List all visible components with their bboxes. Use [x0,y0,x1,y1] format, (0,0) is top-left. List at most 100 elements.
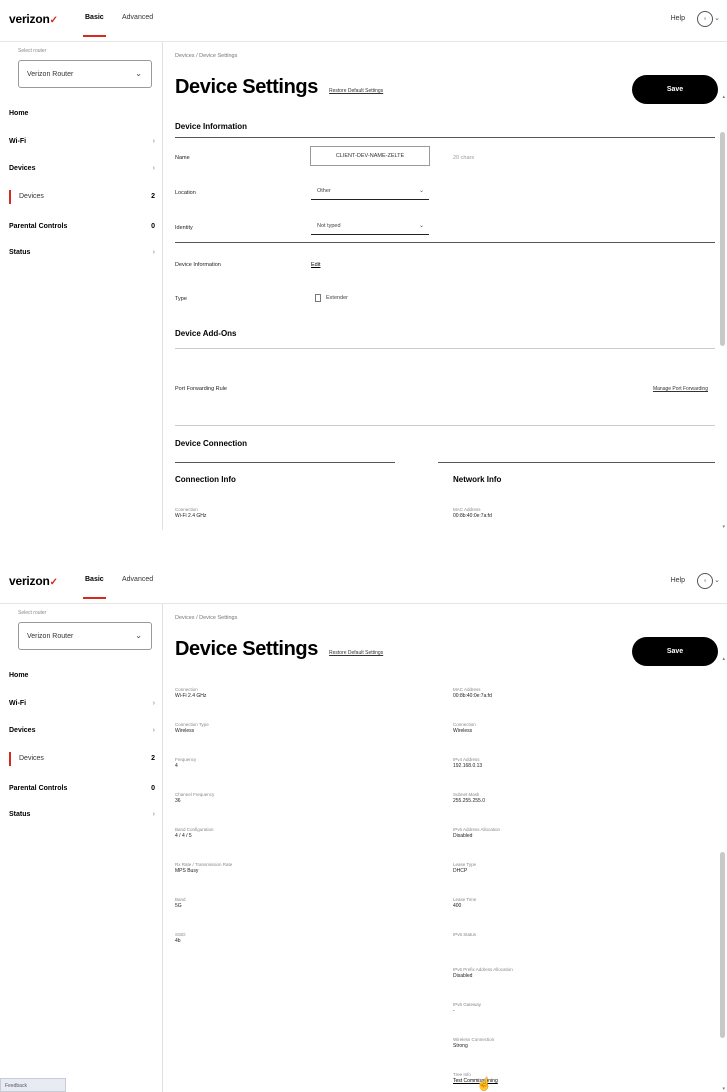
device-info-edit-link[interactable]: Edit [311,262,320,268]
hand-cursor-icon: ☝ [476,1076,493,1091]
name-char-hint: 20 chars [453,155,475,161]
logo-check-icon: ✓ [49,577,58,588]
device-count-badge: 2 [151,193,155,200]
network-info-heading: Network Info [453,475,502,484]
save-button[interactable]: Save [632,75,718,104]
device-information-heading: Device Information [175,122,248,131]
band-configuration-field: Band Configuration 4 / 4 / 5 [175,827,214,839]
restore-defaults-link[interactable]: Restore Default Settings [329,650,383,656]
extender-checkbox-label: Extender [326,295,349,301]
main-content: Devices / Device Settings Device Setting… [170,604,727,1092]
verizon-logo[interactable]: verizon✓ [9,12,58,26]
chevron-down-icon[interactable]: ⌄ [714,576,720,584]
connection-field: Connection Wi-Fi 2.4 GHz [175,507,207,519]
sidebar-item-devices-sub[interactable]: Devices 2 [9,752,155,766]
tab-advanced[interactable]: Advanced [122,14,153,21]
chevron-right-icon: › [152,249,155,256]
device-information-label: Device Information [175,262,221,268]
restore-defaults-link[interactable]: Restore Default Settings [329,88,383,94]
sidebar-item-devices-sub[interactable]: Devices 2 [9,190,155,204]
sidebar-item-wifi[interactable]: Wi-Fi › [9,700,155,707]
chevron-right-icon: › [152,700,155,707]
subnet-mask-field: Subnet Mask 255.255.255.0 [453,792,485,804]
feedback-button[interactable]: Feedback [0,1078,66,1092]
verizon-logo[interactable]: verizon✓ [9,574,58,588]
sidebar: Select router Verizon Router ⌄ Home Wi-Fi… [0,42,163,530]
sidebar-item-home[interactable]: Home [9,672,155,679]
scroll-down-icon[interactable]: ▾ [722,524,725,530]
sidebar-item-devices[interactable]: Devices › [9,165,155,172]
identity-label: Identity [175,225,193,231]
device-count-badge: 2 [151,755,155,762]
sidebar-item-parental-controls[interactable]: Parental Controls 0 [9,785,155,792]
scroll-up-icon[interactable]: ▴ [722,656,725,662]
sidebar-item-parental-controls[interactable]: Parental Controls 0 [9,223,155,230]
person-circle-icon[interactable]: ◦ [697,11,713,27]
breadcrumb[interactable]: Devices / Device Settings [175,53,237,59]
top-nav-bar: verizon✓ Basic Advanced Help ◦ ⌄ [0,0,727,42]
manage-port-forwarding-link[interactable]: Manage Port Forwarding [653,386,708,392]
router-select-label: Select router [18,610,47,616]
tab-advanced[interactable]: Advanced [122,576,153,583]
divider [175,348,715,349]
tab-basic[interactable]: Basic [83,14,106,37]
top-nav-bar: verizon✓ Basic Advanced Help ◦ ⌄ [0,562,727,604]
ipv4-address-field: IPv4 Address 192.168.0.13 [453,757,483,769]
rx-rate-field: Rx Rate / Transmission Rate MPS Busy [175,862,233,874]
connection-info-heading: Connection Info [175,475,236,484]
parental-count-badge: 0 [151,223,155,230]
sidebar: Select router Verizon Router ⌄ Home Wi-Fi… [0,604,163,1092]
help-link[interactable]: Help [671,15,685,22]
screenshot-panel-bottom: verizon✓ Basic Advanced Help ◦ ⌄ Select … [0,562,727,1092]
scroll-up-icon[interactable]: ▴ [722,94,725,100]
scrollbar[interactable]: ▴ ▾ [718,94,727,530]
page-title: Device Settings [175,76,318,98]
type-label: Type [175,296,187,302]
breadcrumb[interactable]: Devices / Device Settings [175,615,237,621]
chevron-down-icon: ⌄ [135,69,142,78]
screenshot-panel-top: verizon✓ Basic Advanced Help ◦ ⌄ Select … [0,0,727,530]
chevron-down-icon[interactable]: ⌄ [714,14,720,22]
chevron-right-icon: › [152,165,155,172]
band-field: Band 5G [175,897,186,909]
tab-basic[interactable]: Basic [83,576,106,599]
sidebar-item-status[interactable]: Status › [9,811,155,818]
help-link[interactable]: Help [671,577,685,584]
save-button[interactable]: Save [632,637,718,666]
chevron-right-icon: › [152,811,155,818]
scrollbar-thumb[interactable] [720,132,725,346]
identity-dropdown[interactable]: Not typed ⌄ [311,221,429,235]
channel-frequency-field: Channel Frequency 36 [175,792,215,804]
sidebar-item-home[interactable]: Home [9,110,155,117]
device-name-input[interactable]: CLIENT-DEV-NAME-ZELTE [310,146,430,166]
person-circle-icon[interactable]: ◦ [697,573,713,589]
chevron-down-icon: ⌄ [418,188,424,194]
chevron-right-icon: › [152,727,155,734]
router-select[interactable]: Verizon Router ⌄ [18,622,152,650]
mac-address-field: MAC Address 00:8b:40:0e:7a:fd [453,687,492,699]
location-label: Location [175,190,196,196]
sidebar-item-status[interactable]: Status › [9,249,155,256]
chevron-down-icon: ⌄ [135,631,142,640]
device-addons-heading: Device Add-Ons [175,329,237,338]
sidebar-item-devices[interactable]: Devices › [9,727,155,734]
ipv6-status-field: IPv6 Status [453,932,477,937]
extender-checkbox[interactable] [315,294,321,302]
divider [175,242,715,243]
router-select[interactable]: Verizon Router ⌄ [18,60,152,88]
lease-time-field: Lease Time 400 [453,897,477,909]
page-title: Device Settings [175,638,318,660]
sidebar-item-wifi[interactable]: Wi-Fi › [9,138,155,145]
scrollbar[interactable]: ▴ ▾ [718,656,727,1092]
connection-field: Connection Wi-Fi 2.4 GHz [175,687,207,699]
wireless-connection-field: Wireless Connection Strong [453,1037,495,1049]
router-select-label: Select router [18,48,47,54]
divider [175,462,395,463]
scroll-down-icon[interactable]: ▾ [722,1086,725,1092]
scrollbar-thumb[interactable] [720,852,725,1038]
device-connection-heading: Device Connection [175,439,248,448]
ipv6-allocation-field: IPv6 Address Allocation Disabled [453,827,501,839]
location-dropdown[interactable]: Other ⌄ [311,186,429,200]
mac-address-field: MAC Address 00:8b:40:0e:7a:fd [453,507,492,519]
logo-check-icon: ✓ [49,15,58,26]
